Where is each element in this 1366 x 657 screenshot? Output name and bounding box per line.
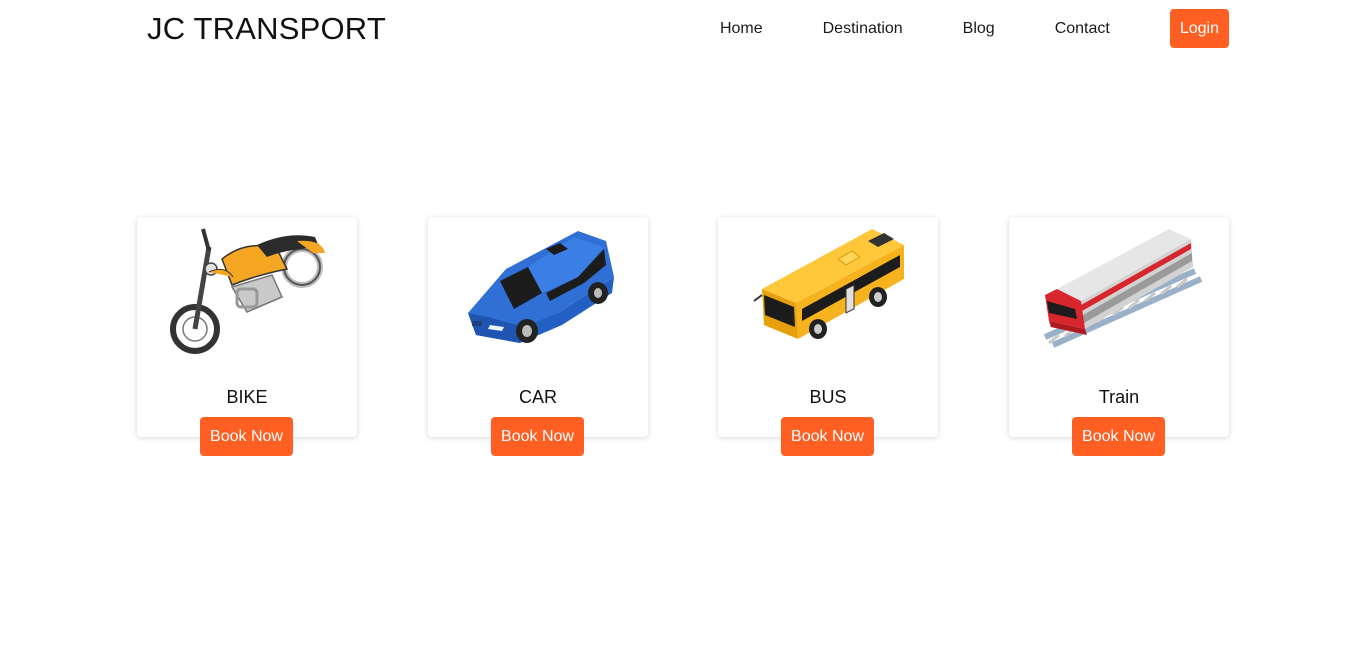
motorcycle-icon bbox=[170, 228, 325, 354]
card-title: Train bbox=[1098, 387, 1140, 407]
nav-blog[interactable]: Blog bbox=[963, 9, 995, 48]
brand-logo[interactable]: JC TRANSPORT bbox=[147, 10, 386, 48]
card-title: BIKE bbox=[226, 387, 268, 407]
book-now-button-car[interactable]: Book Now bbox=[491, 417, 584, 456]
book-now-button-bus[interactable]: Book Now bbox=[781, 417, 874, 456]
nav-home[interactable]: Home bbox=[720, 9, 763, 48]
card-bike: BIKE Book Now bbox=[137, 217, 357, 456]
nav-destination[interactable]: Destination bbox=[823, 9, 903, 48]
login-button[interactable]: Login bbox=[1169, 9, 1229, 48]
book-now-button-train[interactable]: Book Now bbox=[1072, 417, 1165, 456]
book-now-button-bike[interactable]: Book Now bbox=[200, 417, 293, 456]
card-bus: BUS Book Now bbox=[718, 217, 938, 456]
card-car: CAR Book Now bbox=[428, 217, 648, 456]
nav-links: Home Destination Blog Contact Login bbox=[720, 9, 1229, 48]
nav-contact[interactable]: Contact bbox=[1055, 9, 1110, 48]
bus-icon bbox=[753, 229, 904, 339]
car-icon bbox=[468, 231, 614, 343]
navbar: JC TRANSPORT Home Destination Blog Conta… bbox=[0, 0, 1366, 58]
card-title: BUS bbox=[809, 387, 847, 407]
card-train: Train Book Now bbox=[1009, 217, 1229, 456]
card-title: CAR bbox=[518, 387, 557, 407]
vehicle-cards: BIKE Book Now CAR Book Now BUS Book Now … bbox=[137, 217, 1229, 457]
train-icon bbox=[1043, 229, 1203, 348]
